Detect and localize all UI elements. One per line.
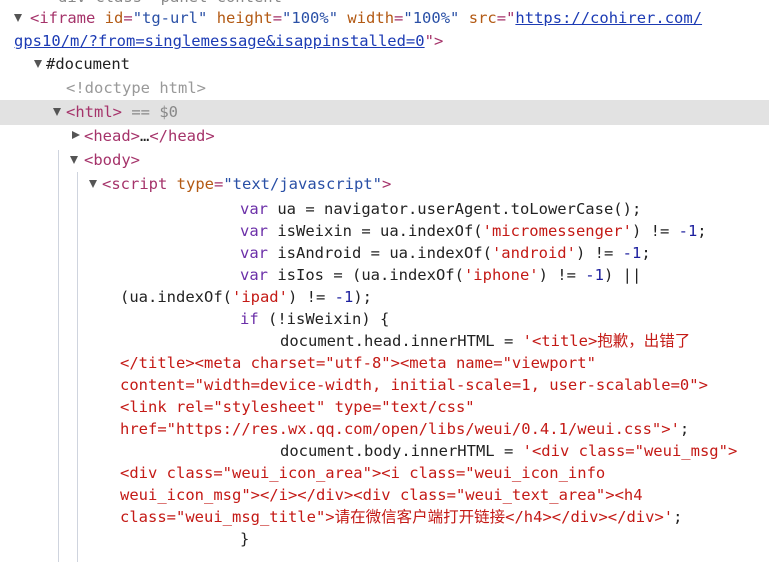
code-line: document.body.innerHTML = '<div class="w… [280, 442, 738, 460]
code-line: class="weui_msg_title">请在微信客户端打开链接</h4><… [120, 508, 683, 526]
doctype-node[interactable]: <!doctype html> [66, 77, 206, 99]
iframe-src-link-continued[interactable]: gps10/m/?from=singlemessage&isappinstall… [14, 32, 425, 50]
body-node[interactable]: <body> [84, 149, 140, 171]
document-node[interactable]: #document [46, 53, 130, 75]
code-line: var isWeixin = ua.indexOf('micromessenge… [240, 222, 707, 240]
code-line: href="https://res.wx.qq.com/open/libs/we… [120, 420, 690, 438]
expand-arrow-icon[interactable] [70, 156, 78, 164]
collapse-arrow-icon[interactable] [72, 131, 80, 139]
expand-arrow-icon[interactable] [89, 180, 97, 188]
code-line: (ua.indexOf('ipad') != -1); [120, 288, 372, 306]
indent-guide [77, 172, 78, 562]
iframe-src-link[interactable]: https://cohirer.com/ [515, 9, 702, 27]
code-line: weui_icon_msg"></i></div><div class="weu… [120, 486, 643, 504]
head-node[interactable]: <head>…</head> [84, 125, 215, 147]
iframe-node-continued[interactable]: gps10/m/?from=singlemessage&isappinstall… [14, 30, 443, 52]
code-line: } [240, 530, 250, 548]
code-line: <div class="weui_icon_area"><i class="we… [120, 464, 606, 482]
code-line: document.head.innerHTML = '<title>抱歉，出错了 [280, 332, 691, 350]
iframe-node[interactable]: <iframe id="tg-url" height="100%" width=… [30, 7, 702, 29]
selected-marker: == $0 [131, 103, 179, 121]
indent-guide [58, 150, 59, 562]
html-node[interactable]: <html> == $0 [66, 101, 178, 123]
code-line: </title><meta charset="utf-8"><meta name… [120, 354, 596, 372]
code-line: var ua = navigator.userAgent.toLowerCase… [240, 200, 642, 218]
code-line: var isAndroid = ua.indexOf('android') !=… [240, 244, 651, 262]
code-line: content="width=device-width, initial-sca… [120, 376, 708, 394]
expand-arrow-icon[interactable] [53, 108, 61, 116]
code-line: var isIos = (ua.indexOf('iphone') != -1)… [240, 266, 642, 284]
script-node[interactable]: <script type="text/javascript"> [102, 173, 391, 195]
code-line: <link rel="stylesheet" type="text/css" [120, 398, 475, 416]
expand-arrow-icon[interactable] [34, 60, 42, 68]
code-line: if (!isWeixin) { [240, 310, 390, 328]
expand-arrow-icon[interactable] [14, 14, 22, 22]
